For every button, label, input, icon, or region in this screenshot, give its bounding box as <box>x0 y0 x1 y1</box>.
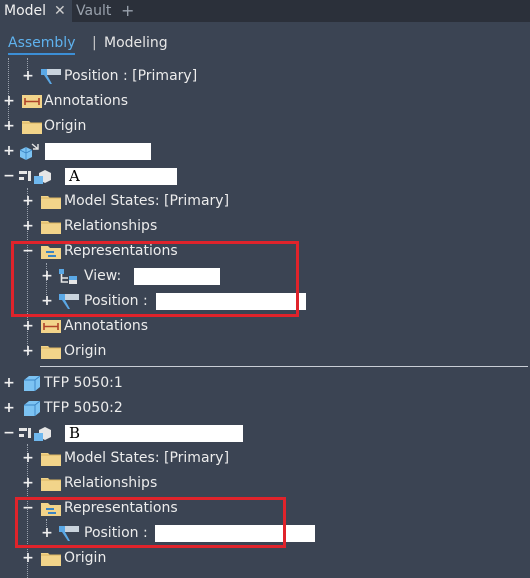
collapse-icon[interactable]: − <box>3 164 15 189</box>
folder-icon <box>40 450 61 467</box>
position-icon <box>40 68 61 85</box>
browser-subtabs: Assembly | Modeling <box>0 22 530 58</box>
collapse-icon[interactable]: − <box>3 421 15 446</box>
highlight-box <box>11 241 299 317</box>
part-icon <box>21 375 41 392</box>
highlight-box <box>15 497 286 548</box>
expand-icon[interactable]: + <box>22 546 34 571</box>
tree-node-label: Annotations <box>44 93 129 109</box>
expand-icon[interactable]: + <box>22 446 34 471</box>
folder-icon <box>40 475 61 492</box>
expand-icon[interactable]: + <box>22 214 34 239</box>
folder-icon <box>40 343 61 360</box>
browser-panel: Model ✕ Vault + Assembly | Modeling + Po… <box>0 0 530 578</box>
annotation-icon <box>40 318 61 335</box>
expand-icon[interactable]: + <box>3 396 15 421</box>
subtab-modeling[interactable]: Modeling <box>104 34 168 52</box>
folder-icon <box>40 193 61 210</box>
expand-icon[interactable]: + <box>3 114 15 139</box>
expand-icon[interactable]: + <box>22 64 34 89</box>
close-icon[interactable]: ✕ <box>54 0 66 22</box>
tree-node-label: TFP 5050:2 <box>44 400 123 416</box>
redacted-label: B <box>65 425 243 442</box>
tree-node-label: TFP 5050:1 <box>44 375 123 391</box>
panel-tab-bar: Model ✕ Vault + <box>0 0 530 22</box>
tree-node-label: Position : [Primary] <box>64 68 198 84</box>
tree-node-label: Origin <box>64 550 107 566</box>
folder-icon <box>21 118 42 135</box>
part-icon <box>21 400 41 417</box>
tab-model-label: Model <box>4 3 47 19</box>
tree-node-label: Relationships <box>64 218 158 234</box>
tree-node-label: Origin <box>44 118 87 134</box>
derived-part-icon <box>18 143 39 160</box>
tree-node-label: Model States: [Primary] <box>64 450 230 466</box>
expand-icon[interactable]: + <box>22 471 34 496</box>
folder-icon <box>40 218 61 235</box>
tree-node-label: Model States: [Primary] <box>64 193 230 209</box>
add-tab-icon[interactable]: + <box>121 0 134 22</box>
expand-icon[interactable]: + <box>3 89 15 114</box>
model-tree: + Position : [Primary] + Annotations + O… <box>0 58 530 578</box>
tree-node-label: Annotations <box>64 318 149 334</box>
tab-vault[interactable]: Vault <box>76 0 111 22</box>
folder-icon <box>40 550 61 567</box>
expand-icon[interactable]: + <box>22 339 34 364</box>
subtab-assembly[interactable]: Assembly <box>8 34 76 55</box>
tree-divider <box>40 366 528 367</box>
expand-icon[interactable]: + <box>3 371 15 396</box>
redacted-label <box>45 143 151 160</box>
tree-node-label: Relationships <box>64 475 158 491</box>
expand-icon[interactable]: + <box>22 314 34 339</box>
assembly-icon <box>17 168 57 185</box>
assembly-icon <box>17 425 57 442</box>
tree-node-label: Origin <box>64 343 107 359</box>
expand-icon[interactable]: + <box>3 139 15 164</box>
annotation-icon <box>21 93 42 110</box>
expand-icon[interactable]: + <box>22 189 34 214</box>
tab-model[interactable]: Model ✕ <box>0 0 72 22</box>
subtab-separator: | <box>92 35 97 51</box>
redacted-label: A <box>65 168 177 185</box>
